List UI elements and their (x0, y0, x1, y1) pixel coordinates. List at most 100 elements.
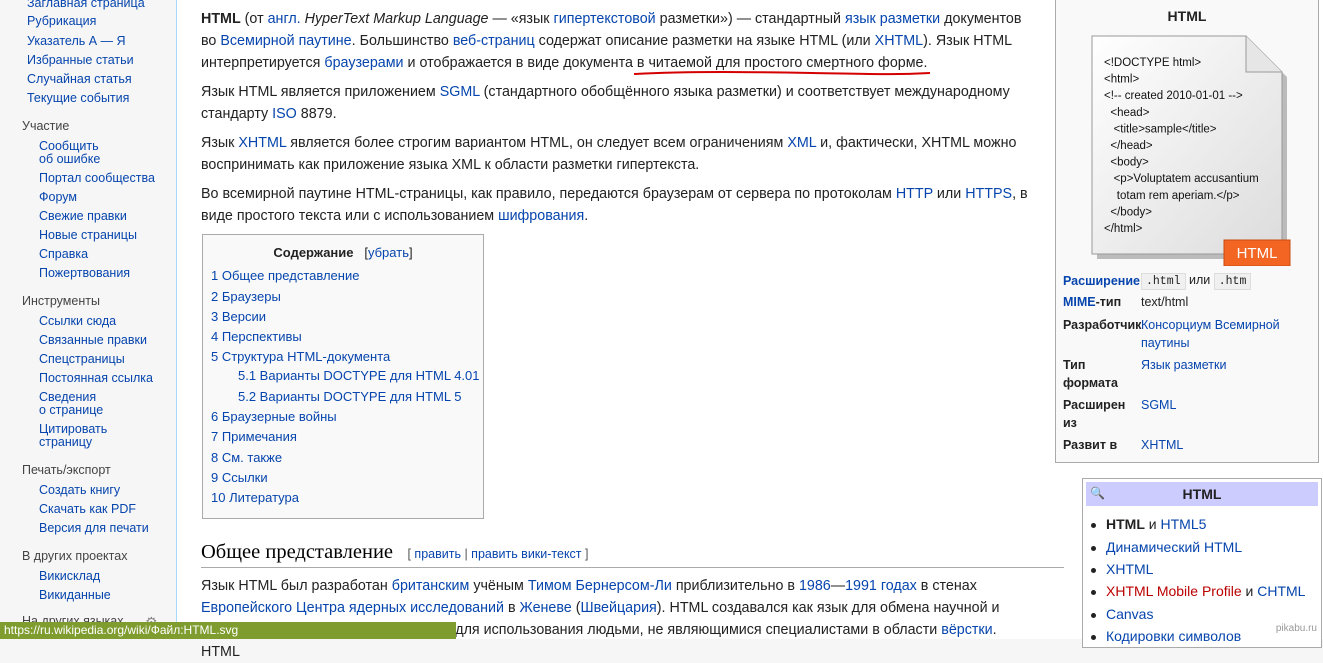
sidebar-item-what-links-here[interactable]: Ссылки сюда (39, 315, 116, 328)
article-content: HTML (от англ. HyperText Markup Language… (176, 0, 1323, 660)
link-1986[interactable]: 1986 (799, 578, 831, 594)
toc-item[interactable]: 3 Версии (211, 309, 266, 324)
code-line: <!DOCTYPE html> (1104, 57, 1201, 69)
paragraph-sgml: Язык HTML является приложением SGML (ста… (201, 84, 1010, 122)
infobox-type-label: Тип формата (1063, 358, 1118, 390)
sidebar-item-wikidata[interactable]: Викиданные (39, 589, 111, 602)
toc-item[interactable]: 5.1 Варианты DOCTYPE для HTML 4.01 (238, 368, 480, 383)
sidebar-item-special-pages[interactable]: Спецстраницы (39, 353, 125, 366)
navbox-link-xhtml[interactable]: XHTML (1106, 561, 1153, 577)
toc-item[interactable]: 10 Литература (211, 490, 299, 505)
toc-item[interactable]: 2 Браузеры (211, 289, 281, 304)
sidebar-heading-tools: Инструменты (22, 294, 100, 308)
paragraph-intro: HTML (от англ. HyperText Markup Language… (201, 11, 1022, 71)
code-line: <!-- created 2010-01-01 --> (1104, 90, 1243, 102)
infobox-type-value[interactable]: Язык разметки (1141, 358, 1227, 372)
sidebar: Заглавная страница Рубрикация Указатель … (0, 0, 176, 639)
infobox-extended-from-label: Расширен из (1063, 398, 1126, 430)
link-markup-language[interactable]: язык разметки (845, 11, 940, 27)
navbox-link-charsets[interactable]: Кодировки символов (1106, 628, 1241, 644)
magnifier-icon[interactable]: 🔍 (1090, 481, 1105, 505)
link-1991[interactable]: 1991 годах (845, 578, 917, 594)
toc-item[interactable]: 4 Перспективы (211, 329, 302, 344)
sidebar-item-help[interactable]: Справка (39, 248, 88, 261)
toc-item[interactable]: 5 Структура HTML-документа (211, 349, 390, 364)
link-xhtml-2[interactable]: XHTML (238, 135, 286, 151)
code-line: <head> (1104, 107, 1150, 119)
link-https[interactable]: HTTPS (965, 186, 1012, 202)
infobox-extension-value: .html или .htm (1141, 271, 1252, 291)
infobox: HTML <!DOCTYPE html> <html> <!-- created 2… (1055, 0, 1319, 463)
link-iso[interactable]: ISO (272, 106, 297, 122)
link-geneva[interactable]: Женеве (520, 600, 572, 616)
infobox-developer-label: Разработчик (1063, 318, 1142, 332)
section-heading: Общее представление [ править | править … (201, 541, 1064, 568)
link-web-pages[interactable]: веб-страниц (453, 33, 535, 49)
toc-toggle-link[interactable]: убрать (368, 245, 409, 260)
link-english[interactable]: англ. (268, 11, 301, 27)
link-switzerland[interactable]: Швейцария (581, 600, 657, 616)
toc-item[interactable]: 7 Примечания (211, 429, 297, 444)
toc-item[interactable]: 6 Браузерные войны (211, 409, 337, 424)
toc-item[interactable]: 9 Ссылки (211, 470, 268, 485)
link-xhtml[interactable]: XHTML (875, 33, 923, 49)
table-of-contents: Содержание [убрать] 1 Общее представлени… (202, 234, 484, 519)
toc-item[interactable]: 8 См. также (211, 450, 282, 465)
navbox-link-canvas[interactable]: Canvas (1106, 606, 1153, 622)
infobox-evolved-value[interactable]: XHTML (1141, 438, 1183, 452)
infobox-extended-from-value[interactable]: SGML (1141, 398, 1176, 412)
sidebar-item-featured[interactable]: Избранные статьи (27, 54, 134, 67)
edit-wikitext-link[interactable]: править вики-текст (471, 547, 581, 561)
watermark: pikabu.ru (1275, 623, 1317, 634)
section-title: Общее представление (201, 541, 394, 563)
status-url: https://ru.wikipedia.org/wiki/Файл:HTML.… (4, 623, 239, 637)
link-hypertext[interactable]: гипертекстовой (554, 11, 656, 27)
sidebar-item-categories[interactable]: Рубрикация (27, 15, 96, 28)
sidebar-item-page-info-2[interactable]: о странице (39, 404, 103, 417)
infobox-developer-value[interactable]: Консорциум Всемирной паутины (1141, 318, 1280, 350)
sidebar-item-permanent-link[interactable]: Постоянная ссылка (39, 372, 153, 385)
link-cern[interactable]: Европейского Центра ядерных исследований (201, 600, 504, 616)
edit-section-link[interactable]: править (414, 547, 461, 561)
sidebar-item-random[interactable]: Случайная статья (27, 73, 132, 86)
paragraph-xhtml: Язык XHTML является более строгим вариан… (201, 135, 1017, 173)
sidebar-item-community-portal[interactable]: Портал сообщества (39, 172, 155, 185)
sidebar-heading-projects: В других проектах (22, 549, 128, 563)
sidebar-item-index[interactable]: Указатель А — Я (27, 35, 126, 48)
link-encryption[interactable]: шифрования (498, 208, 584, 224)
sidebar-item-current-events[interactable]: Текущие события (27, 92, 129, 105)
sidebar-item-commons[interactable]: Викисклад (39, 570, 100, 583)
navbox-title-bar: 🔍 HTML (1086, 482, 1318, 506)
toc-item[interactable]: 1 Общее представление (211, 268, 359, 283)
infobox-extension-label[interactable]: Расширение (1063, 274, 1140, 288)
link-browsers[interactable]: браузерами (324, 55, 403, 71)
sidebar-item-related-changes[interactable]: Связанные правки (39, 334, 147, 347)
sidebar-item-recent-changes[interactable]: Свежие правки (39, 210, 127, 223)
link-british[interactable]: британским (392, 578, 470, 594)
sidebar-item-main-page[interactable]: Заглавная страница (27, 0, 145, 10)
navbox-link-html5[interactable]: HTML5 (1161, 516, 1207, 532)
sidebar-item-donate[interactable]: Пожертвования (39, 267, 130, 280)
link-sgml[interactable]: SGML (440, 84, 480, 100)
sidebar-item-create-book[interactable]: Создать книгу (39, 484, 120, 497)
navbox-link-chtml[interactable]: CHTML (1257, 583, 1305, 599)
sidebar-item-printable[interactable]: Версия для печати (39, 522, 149, 535)
infobox-mime-label[interactable]: MIME (1063, 295, 1096, 309)
infobox-title: HTML (1167, 8, 1207, 24)
sidebar-item-report-error-2[interactable]: об ошибке (39, 153, 100, 166)
link-www[interactable]: Всемирной паутине (220, 33, 351, 49)
navbox-link-dhtml[interactable]: Динамический HTML (1106, 539, 1242, 555)
html-file-icon[interactable]: <!DOCTYPE html> <html> <!-- created 2010-0… (1088, 34, 1293, 266)
sidebar-item-download-pdf[interactable]: Скачать как PDF (39, 503, 136, 516)
link-http[interactable]: HTTP (896, 186, 933, 202)
link-tim-berners-lee[interactable]: Тимом Бернерсом-Ли (528, 578, 672, 594)
link-xml[interactable]: XML (787, 135, 816, 151)
code-line: </head> (1104, 140, 1153, 152)
navbox-link-xhtml-mp[interactable]: XHTML Mobile Profile (1106, 583, 1242, 599)
infobox-evolved-label: Развит в (1063, 438, 1118, 452)
link-layout[interactable]: вёрстки (941, 622, 992, 638)
sidebar-item-cite-2[interactable]: страницу (39, 436, 92, 449)
sidebar-item-forum[interactable]: Форум (39, 191, 77, 204)
toc-item[interactable]: 5.2 Варианты DOCTYPE для HTML 5 (238, 389, 461, 404)
sidebar-item-new-pages[interactable]: Новые страницы (39, 229, 137, 242)
